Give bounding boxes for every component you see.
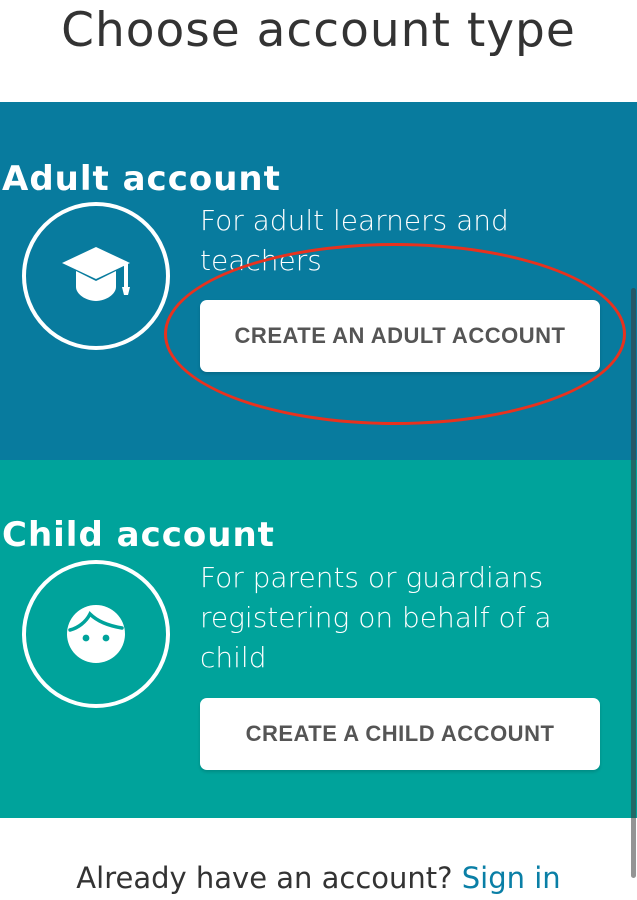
graduation-cap-icon	[22, 202, 170, 350]
create-child-account-button[interactable]: CREATE A CHILD ACCOUNT	[200, 698, 600, 770]
sign-in-link[interactable]: Sign in	[462, 861, 561, 895]
adult-account-description: For adult learners and teachers	[200, 204, 509, 277]
child-account-description: For parents or guardians registering on …	[200, 561, 552, 674]
graduation-cap-icon-graphic	[62, 247, 130, 301]
child-face-icon	[22, 560, 170, 708]
child-account-heading: Child account	[2, 515, 275, 555]
child-face-icon-graphic	[67, 605, 125, 663]
adult-account-heading: Adult account	[2, 159, 281, 199]
already-have-account-text: Already have an account?	[76, 861, 453, 895]
child-account-section: Child account For parents or guardians r…	[0, 460, 637, 818]
create-adult-account-button[interactable]: CREATE AN ADULT ACCOUNT	[200, 300, 600, 372]
scrollbar-thumb[interactable]	[631, 288, 636, 878]
adult-account-section: Adult account For adult learners and tea…	[0, 102, 637, 460]
footer-sign-in-prompt: Already have an account? Sign in	[0, 856, 637, 900]
scrollbar[interactable]	[629, 288, 637, 878]
account-type-page: Choose account type Adult account For ad…	[0, 0, 637, 900]
page-title: Choose account type	[61, 3, 576, 58]
